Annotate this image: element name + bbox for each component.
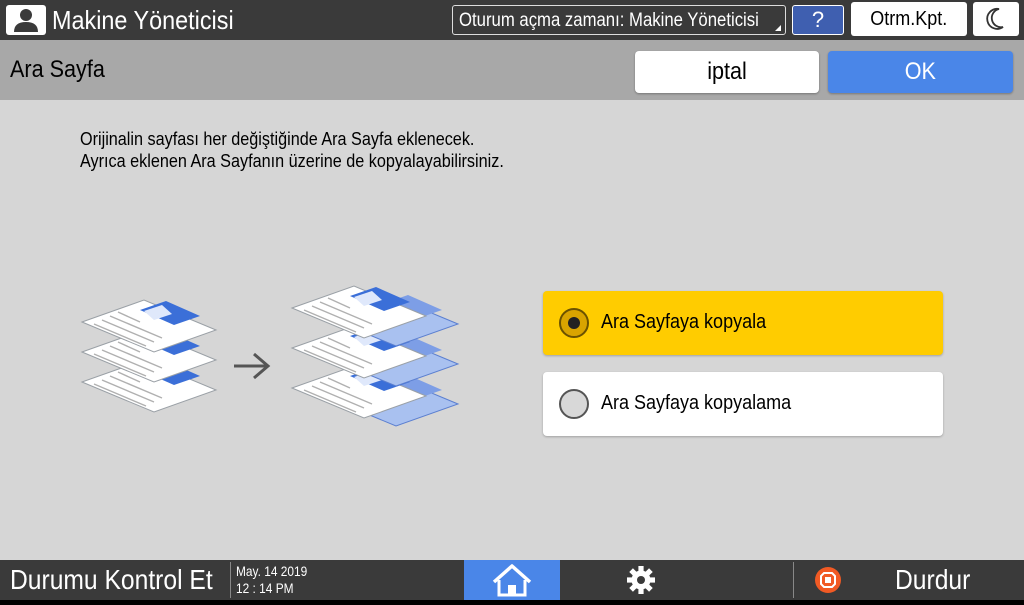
home-button[interactable]	[464, 560, 560, 600]
moon-icon	[986, 7, 1004, 30]
user-name: Makine Yöneticisi	[52, 5, 234, 35]
option-copy-on-slip[interactable]: Ara Sayfaya kopyala	[543, 291, 943, 355]
ok-label: OK	[904, 58, 937, 85]
arrow-right-icon	[234, 352, 271, 380]
radio-selected-icon	[559, 308, 589, 338]
login-time-select[interactable]: Oturum açma zamanı: Makine Yöneticisi	[452, 5, 786, 35]
help-button[interactable]: ?	[792, 5, 844, 35]
time: 12 : 14 PM	[236, 580, 294, 596]
gear-icon	[627, 566, 655, 594]
option-label: Ara Sayfaya kopyalama	[601, 392, 792, 414]
stop-icon[interactable]	[814, 566, 842, 594]
date-time: May. 14 2019 12 : 14 PM	[236, 563, 307, 597]
screen: Makine Yöneticisi Oturum açma zamanı: Ma…	[0, 0, 1024, 600]
cancel-label: iptal	[707, 58, 747, 85]
top-bar: Makine Yöneticisi Oturum açma zamanı: Ma…	[0, 0, 1024, 40]
home-icon	[492, 564, 532, 597]
page-title: Ara Sayfa	[10, 56, 105, 83]
energy-saver-button[interactable]	[973, 2, 1019, 36]
description-line-1: Orijinalin sayfası her değiştiğinde Ara …	[80, 129, 475, 149]
radio-unselected-icon	[559, 389, 589, 419]
result-stack	[291, 285, 459, 427]
option-label: Ara Sayfaya kopyala	[601, 311, 767, 333]
login-time-label: Oturum açma zamanı: Makine Yöneticisi	[459, 10, 759, 31]
stop-button[interactable]: Durdur	[895, 562, 970, 598]
date: May. 14 2019	[236, 563, 308, 579]
logout-label: Otrm.Kpt.	[870, 8, 948, 30]
ok-button[interactable]: OK	[828, 51, 1013, 93]
cancel-button[interactable]: iptal	[635, 51, 819, 93]
check-status-button[interactable]: Durumu Kontrol Et	[10, 562, 213, 598]
page-header: Ara Sayfa iptal OK	[0, 40, 1024, 100]
description-line-2: Ayrıca eklenen Ara Sayfanın üzerine de k…	[80, 151, 504, 171]
bottom-bar: Durumu Kontrol Et May. 14 2019 12 : 14 P…	[0, 560, 1024, 600]
original-stack	[81, 299, 217, 413]
user-icon[interactable]	[6, 5, 46, 35]
slip-sheet-illustration	[81, 285, 459, 427]
option-no-copy-on-slip[interactable]: Ara Sayfaya kopyalama	[543, 372, 943, 436]
description: Orijinalin sayfası her değiştiğinde Ara …	[80, 128, 504, 172]
settings-button[interactable]	[596, 560, 686, 600]
divider	[793, 562, 794, 598]
divider	[230, 562, 231, 598]
dropdown-triangle-icon	[775, 25, 781, 31]
logout-button[interactable]: Otrm.Kpt.	[851, 2, 967, 36]
